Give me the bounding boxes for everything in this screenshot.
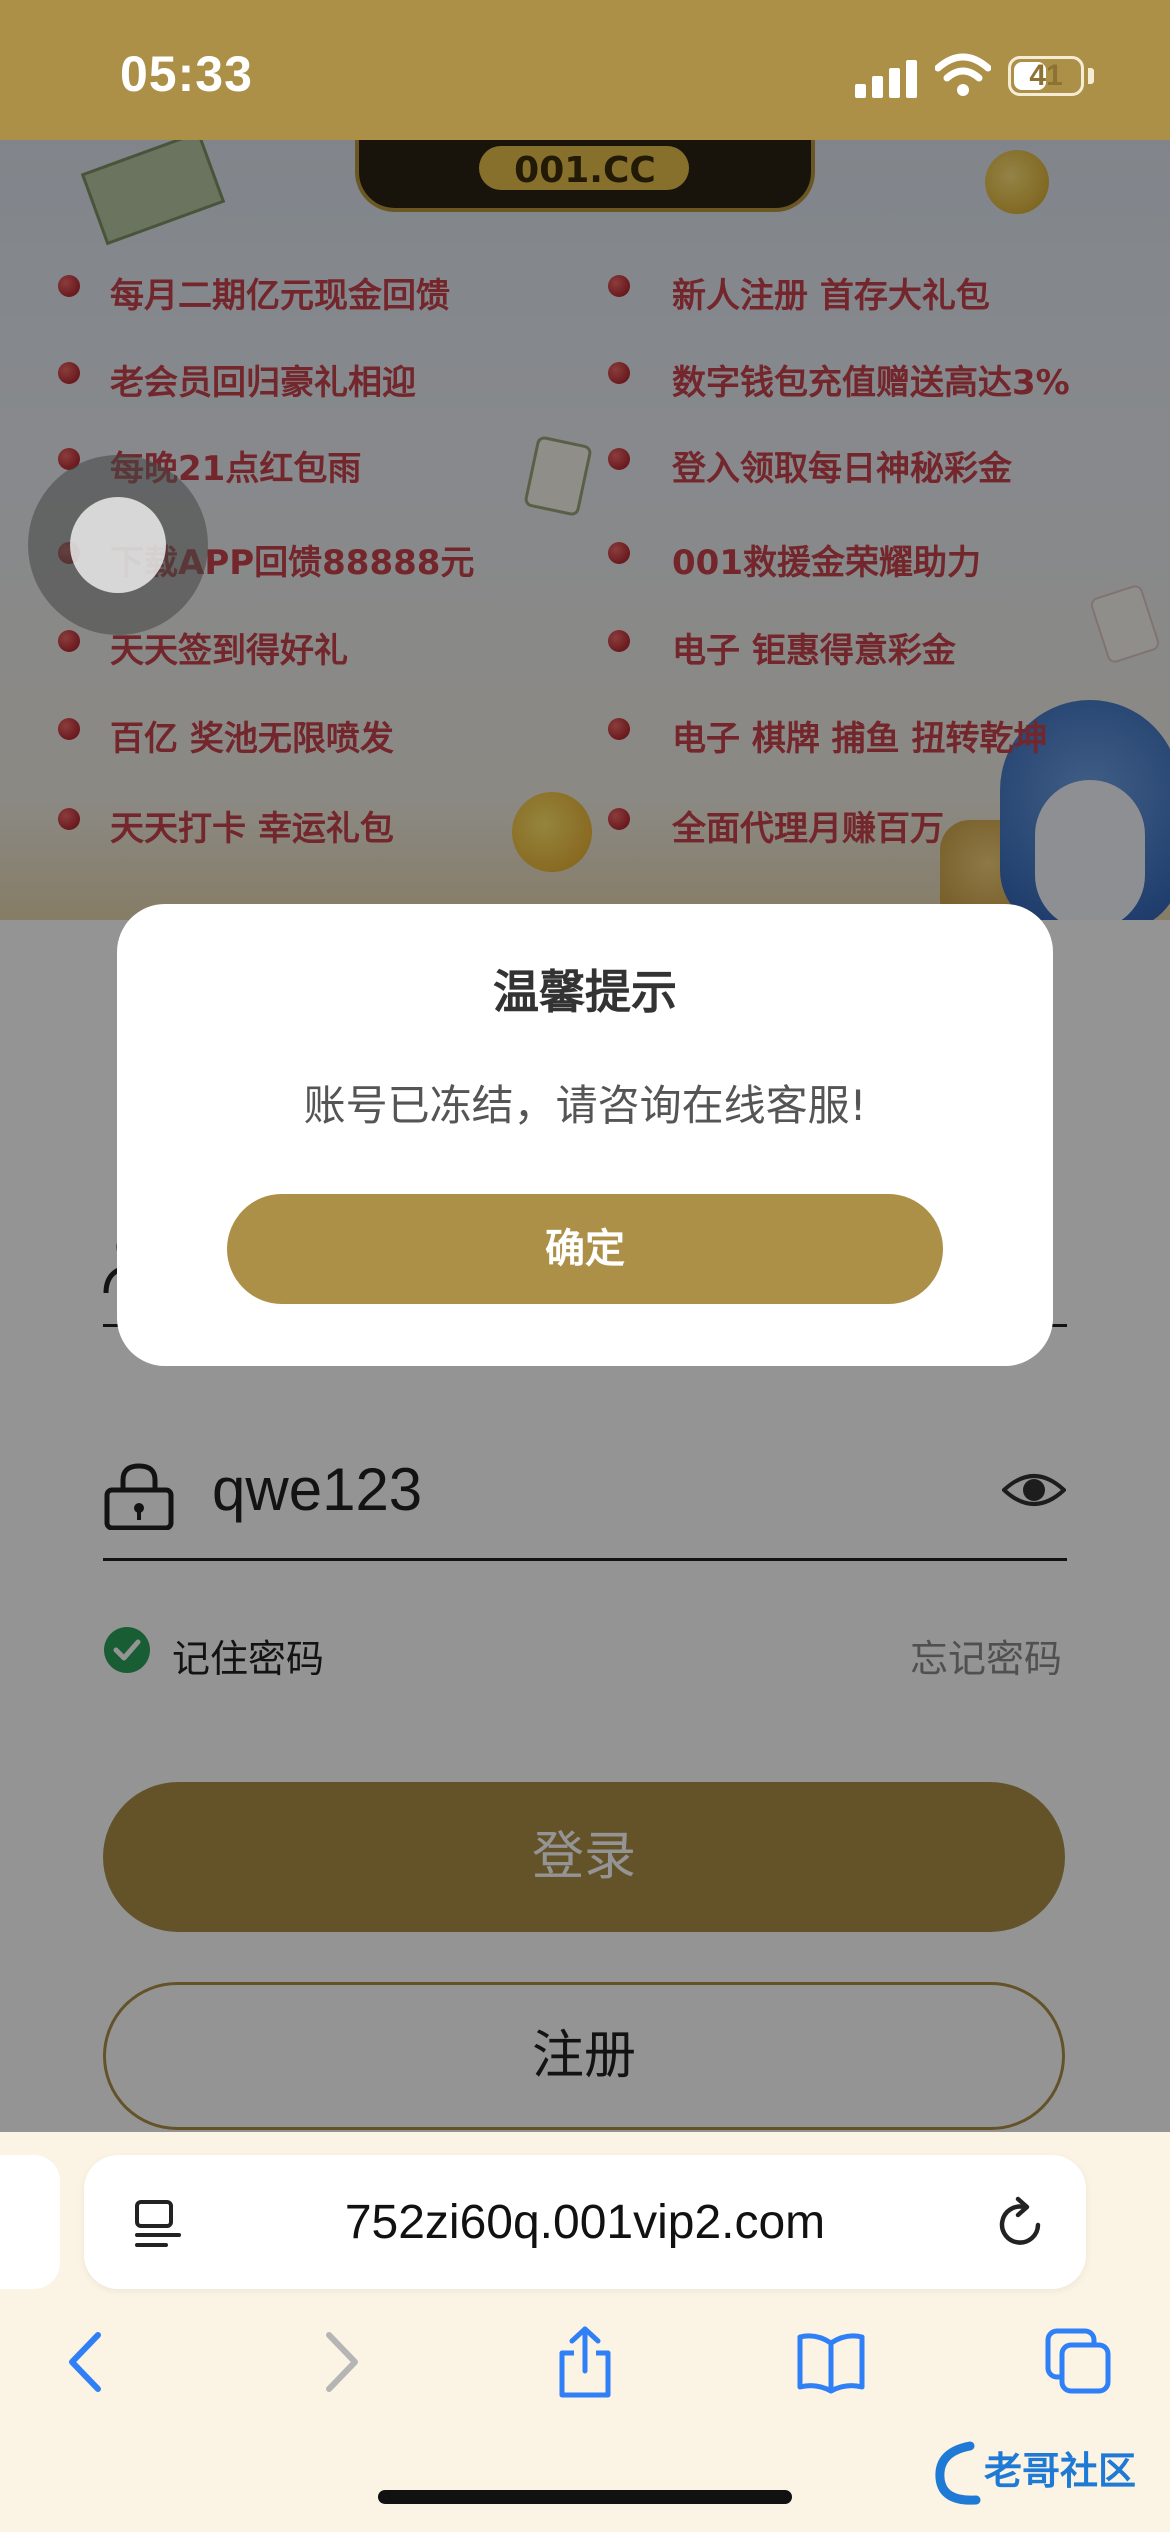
cellular-signal-icon [855, 58, 917, 98]
bookmarks-icon[interactable] [796, 2325, 866, 2399]
tabs-icon[interactable] [1044, 2325, 1114, 2399]
assistive-touch-button[interactable] [28, 455, 208, 635]
share-icon[interactable] [550, 2325, 620, 2399]
battery-level: 41 [1029, 59, 1063, 92]
address-bar[interactable]: 752zi60q.001vip2.com [84, 2155, 1086, 2289]
battery-icon: 41 [1008, 56, 1084, 96]
dialog-title: 温馨提示 [493, 965, 677, 1019]
watermark-text: 老哥社区 [984, 2449, 1136, 2493]
back-arrow-icon[interactable] [52, 2325, 122, 2399]
forward-arrow-icon[interactable] [305, 2325, 375, 2399]
assistive-touch-knob [70, 497, 166, 593]
status-time: 05:33 [120, 46, 253, 102]
previous-tab-card[interactable] [0, 2155, 60, 2289]
battery-tip [1088, 68, 1094, 84]
home-indicator [378, 2490, 792, 2504]
url-text[interactable]: 752zi60q.001vip2.com [84, 2195, 1086, 2250]
alert-dialog: 温馨提示 账号已冻结，请咨询在线客服! 确定 [117, 904, 1053, 1366]
watermark-logo: 老哥社区 [935, 2441, 1136, 2505]
wifi-icon [935, 53, 991, 96]
confirm-button[interactable]: 确定 [227, 1194, 943, 1304]
dialog-message: 账号已冻结，请咨询在线客服! [303, 1081, 867, 1130]
reload-icon[interactable] [994, 2195, 1048, 2251]
